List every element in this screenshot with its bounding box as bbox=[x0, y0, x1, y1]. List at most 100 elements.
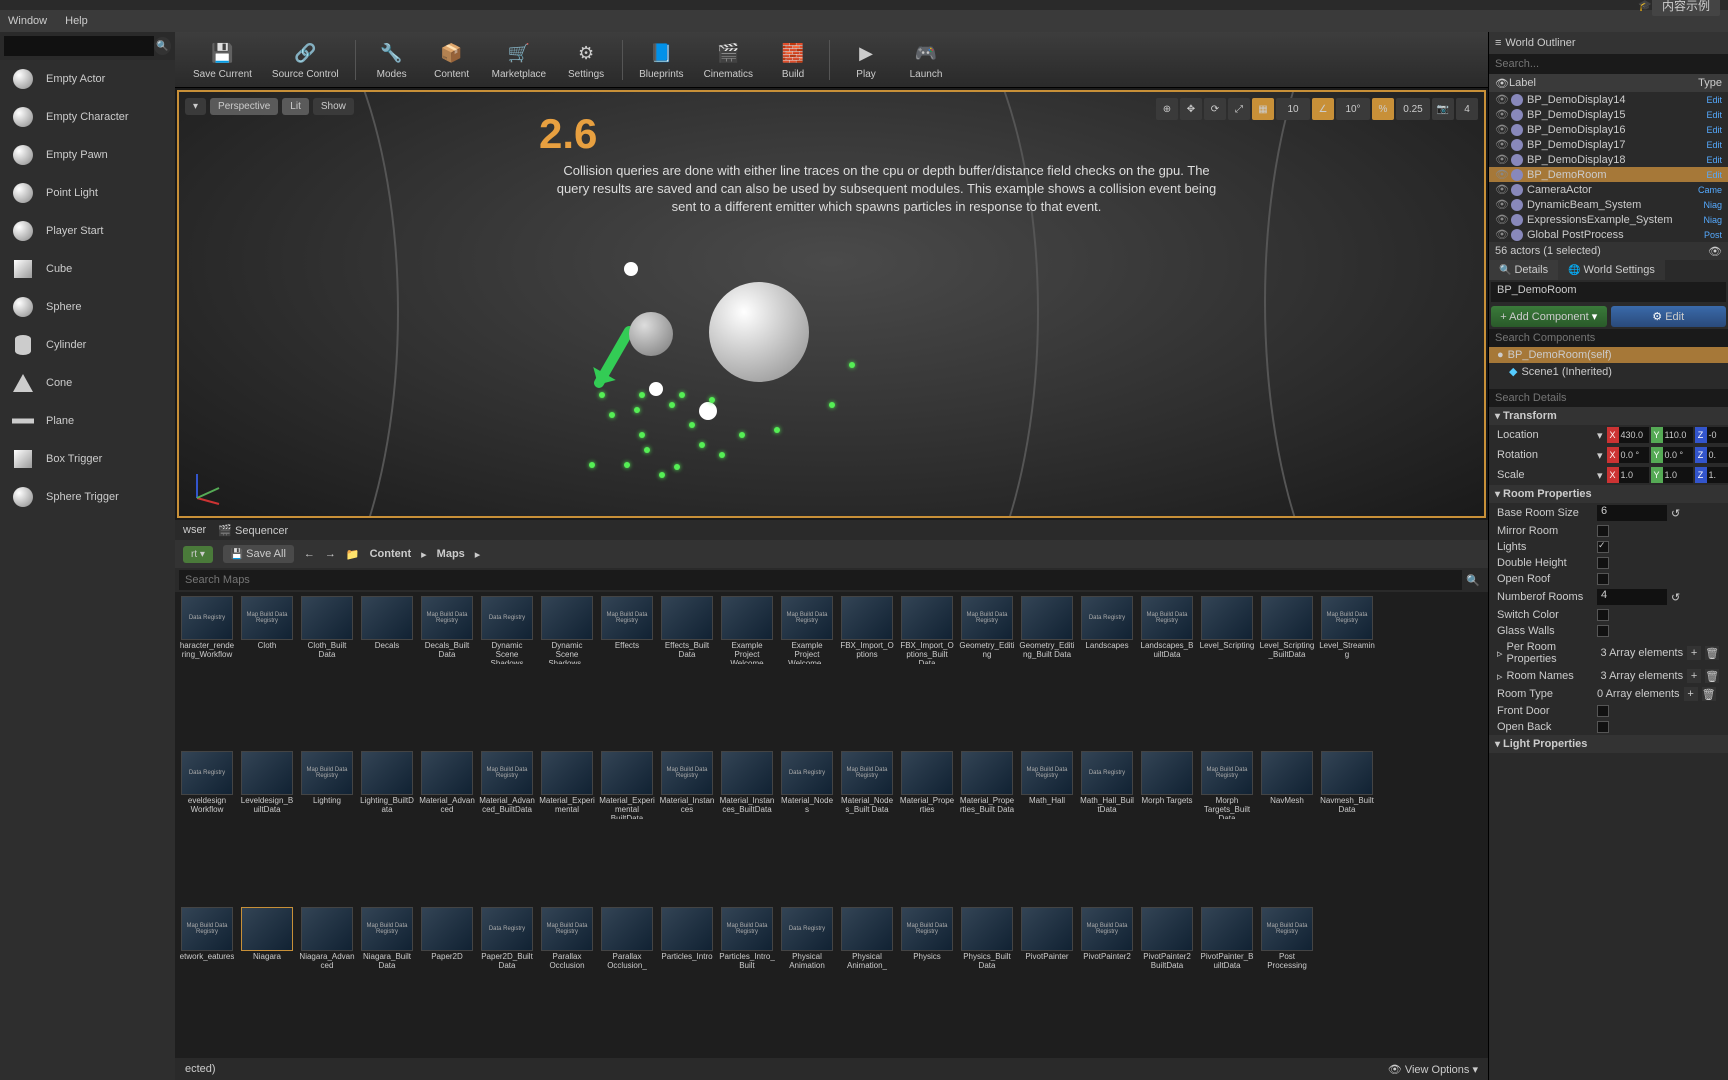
outliner-row[interactable]: 👁BP_DemoDisplay17Edit bbox=[1489, 137, 1728, 152]
viewport-show[interactable]: Show bbox=[313, 98, 354, 115]
comp-self[interactable]: ●BP_DemoRoom(self) bbox=[1489, 347, 1728, 363]
place-actor-empty-pawn[interactable]: Empty Pawn bbox=[0, 136, 175, 174]
outliner-list[interactable]: 👁BP_DemoDisplay14Edit👁BP_DemoDisplay15Ed… bbox=[1489, 92, 1728, 242]
thumb-item[interactable]: Material_Experimental bbox=[539, 751, 595, 902]
thumb-item[interactable]: Map Build Data RegistryMaterial_Nodes_Bu… bbox=[839, 751, 895, 902]
thumb-item[interactable]: Example Project Welcome bbox=[719, 596, 775, 747]
toolbar-save-current[interactable]: 💾Save Current bbox=[185, 35, 260, 84]
col-type[interactable]: Type bbox=[1698, 77, 1722, 89]
outliner-search[interactable] bbox=[1489, 54, 1728, 74]
thumb-item[interactable]: PivotPainter2 BuiltData bbox=[1139, 907, 1195, 1054]
place-actor-cone[interactable]: Cone bbox=[0, 364, 175, 402]
thumb-item[interactable]: PivotPainter bbox=[1019, 907, 1075, 1054]
place-actor-cylinder[interactable]: Cylinder bbox=[0, 326, 175, 364]
thumb-item[interactable]: Map Build Data RegistryLevel_Streaming bbox=[1319, 596, 1375, 747]
thumb-item[interactable]: Material_Properties_Built Data bbox=[959, 751, 1015, 902]
outliner-row[interactable]: 👁BP_DemoDisplay14Edit bbox=[1489, 92, 1728, 107]
thumb-item[interactable]: NavMesh bbox=[1259, 751, 1315, 902]
content-thumbnails[interactable]: Data Registryharacter_rendering_Workflow… bbox=[175, 592, 1488, 1058]
comp-scene[interactable]: ◆Scene1 (Inherited) bbox=[1489, 363, 1728, 380]
thumb-item[interactable]: Navmesh_BuiltData bbox=[1319, 751, 1375, 902]
vp-cam-speed[interactable]: 4 bbox=[1456, 98, 1478, 120]
nav-fwd[interactable]: → bbox=[325, 548, 336, 560]
mirror-room-checkbox[interactable] bbox=[1597, 525, 1609, 537]
thumb-item[interactable]: Paper2D bbox=[419, 907, 475, 1054]
thumb-item[interactable]: Niagara bbox=[239, 907, 295, 1054]
thumb-item[interactable]: Level_Scripting_BuiltData bbox=[1259, 596, 1315, 747]
cat-transform[interactable]: ▾ Transform bbox=[1489, 407, 1728, 425]
vp-snap-scale-icon[interactable]: % bbox=[1372, 98, 1394, 120]
thumb-item[interactable]: Map Build Data RegistryExample Project W… bbox=[779, 596, 835, 747]
outliner-row[interactable]: 👁BP_DemoDisplay16Edit bbox=[1489, 122, 1728, 137]
thumb-item[interactable]: Map Build Data RegistryPivotPainter2 bbox=[1079, 907, 1135, 1054]
vp-gizmo-move[interactable]: ✥ bbox=[1180, 98, 1202, 120]
vp-cam-icon[interactable]: 📷 bbox=[1432, 98, 1454, 120]
outliner-row[interactable]: 👁DynamicBeam_SystemNiag bbox=[1489, 197, 1728, 212]
thumb-item[interactable]: Material_Experimental BuiltData bbox=[599, 751, 655, 902]
toolbar-play[interactable]: ▶Play bbox=[838, 35, 894, 84]
vp-snap-grid[interactable]: 10 bbox=[1276, 98, 1310, 120]
tab-world-settings[interactable]: 🌐 World Settings bbox=[1558, 260, 1665, 280]
num-rooms-input[interactable]: 4 bbox=[1597, 589, 1667, 605]
toolbar-blueprints[interactable]: 📘Blueprints bbox=[631, 35, 691, 84]
thumb-item[interactable]: Map Build Data RegistryMorph Targets_Bui… bbox=[1199, 751, 1255, 902]
vp-gizmo-rotate[interactable]: ⟳ bbox=[1204, 98, 1226, 120]
thumb-item[interactable]: Physics_Built Data bbox=[959, 907, 1015, 1054]
vp-gizmo-select[interactable]: ⊕ bbox=[1156, 98, 1178, 120]
eye-icon[interactable]: 👁 bbox=[1708, 245, 1722, 258]
thumb-item[interactable]: Effects_Built Data bbox=[659, 596, 715, 747]
search-icon-browser[interactable]: 🔍 bbox=[1462, 570, 1484, 590]
lights-checkbox[interactable] bbox=[1597, 541, 1609, 553]
thumb-item[interactable]: PivotPainter_BuiltData bbox=[1199, 907, 1255, 1054]
thumb-item[interactable]: Map Build Data RegistryCloth bbox=[239, 596, 295, 747]
place-actor-empty-character[interactable]: Empty Character bbox=[0, 98, 175, 136]
thumb-item[interactable]: FBX_Import_Options_Built Data bbox=[899, 596, 955, 747]
vp-gizmo-scale[interactable]: ⤢ bbox=[1228, 98, 1250, 120]
open-roof-checkbox[interactable] bbox=[1597, 573, 1609, 585]
tab-details[interactable]: 🔍 Details bbox=[1489, 260, 1558, 280]
tab-browser[interactable]: wser bbox=[183, 524, 206, 536]
thumb-item[interactable]: Parallax Occlusion_ bbox=[599, 907, 655, 1054]
thumb-item[interactable]: Material_Instances_BuiltData bbox=[719, 751, 775, 902]
search-icon[interactable]: 🔍 bbox=[154, 37, 171, 55]
outliner-row[interactable]: 👁BP_DemoDisplay15Edit bbox=[1489, 107, 1728, 122]
toolbar-settings[interactable]: ⚙Settings bbox=[558, 35, 614, 84]
toolbar-content[interactable]: 📦Content bbox=[424, 35, 480, 84]
thumb-item[interactable]: Data RegistryPaper2D_BuiltData bbox=[479, 907, 535, 1054]
thumb-item[interactable]: Data RegistryMath_Hall_BuiltData bbox=[1079, 751, 1135, 902]
thumb-item[interactable]: Geometry_Editing_Built Data bbox=[1019, 596, 1075, 747]
place-actor-sphere[interactable]: Sphere bbox=[0, 288, 175, 326]
thumb-item[interactable]: FBX_Import_Options bbox=[839, 596, 895, 747]
thumb-item[interactable]: Data RegistryDynamic Scene Shadows bbox=[479, 596, 535, 747]
component-search[interactable] bbox=[1489, 329, 1728, 347]
open-back-checkbox[interactable] bbox=[1597, 721, 1609, 733]
actor-name-field[interactable]: BP_DemoRoom bbox=[1491, 282, 1726, 302]
thumb-item[interactable]: Decals bbox=[359, 596, 415, 747]
viewport-lit[interactable]: Lit bbox=[282, 98, 309, 115]
thumb-item[interactable]: Cloth_Built Data bbox=[299, 596, 355, 747]
thumb-item[interactable]: Map Build Data RegistryLandscapes_BuiltD… bbox=[1139, 596, 1195, 747]
add-new-button[interactable]: rt ▾ bbox=[183, 546, 213, 563]
vp-snap-grid-icon[interactable]: ▦ bbox=[1252, 98, 1274, 120]
thumb-item[interactable]: Lighting_BuiltData bbox=[359, 751, 415, 902]
folder-icon[interactable]: 📁 bbox=[346, 548, 360, 561]
thumb-item[interactable]: Data RegistryLandscapes bbox=[1079, 596, 1135, 747]
double-height-checkbox[interactable] bbox=[1597, 557, 1609, 569]
place-actors-search[interactable] bbox=[4, 36, 154, 56]
thumb-item[interactable]: Map Build Data Registryetwork_eatures bbox=[179, 907, 235, 1054]
thumb-item[interactable]: Map Build Data RegistryPost Processing bbox=[1259, 907, 1315, 1054]
thumb-item[interactable]: Morph Targets bbox=[1139, 751, 1195, 902]
menu-window[interactable]: Window bbox=[8, 15, 47, 27]
toolbar-modes[interactable]: 🔧Modes bbox=[364, 35, 420, 84]
crumb-content[interactable]: Content bbox=[370, 548, 412, 560]
details-search[interactable] bbox=[1489, 389, 1728, 407]
thumb-item[interactable]: Dynamic Scene Shadows_ bbox=[539, 596, 595, 747]
thumb-item[interactable]: Map Build Data RegistryMath_Hall bbox=[1019, 751, 1075, 902]
thumb-item[interactable]: Map Build Data RegistryParticles_Intro_B… bbox=[719, 907, 775, 1054]
vp-snap-scale[interactable]: 0.25 bbox=[1396, 98, 1430, 120]
content-example-label[interactable]: 内容示例 bbox=[1652, 0, 1720, 16]
toolbar-source-control[interactable]: 🔗Source Control bbox=[264, 35, 347, 84]
base-room-size-input[interactable]: 6 bbox=[1597, 505, 1667, 521]
front-door-checkbox[interactable] bbox=[1597, 705, 1609, 717]
vp-snap-angle-icon[interactable]: ∠ bbox=[1312, 98, 1334, 120]
